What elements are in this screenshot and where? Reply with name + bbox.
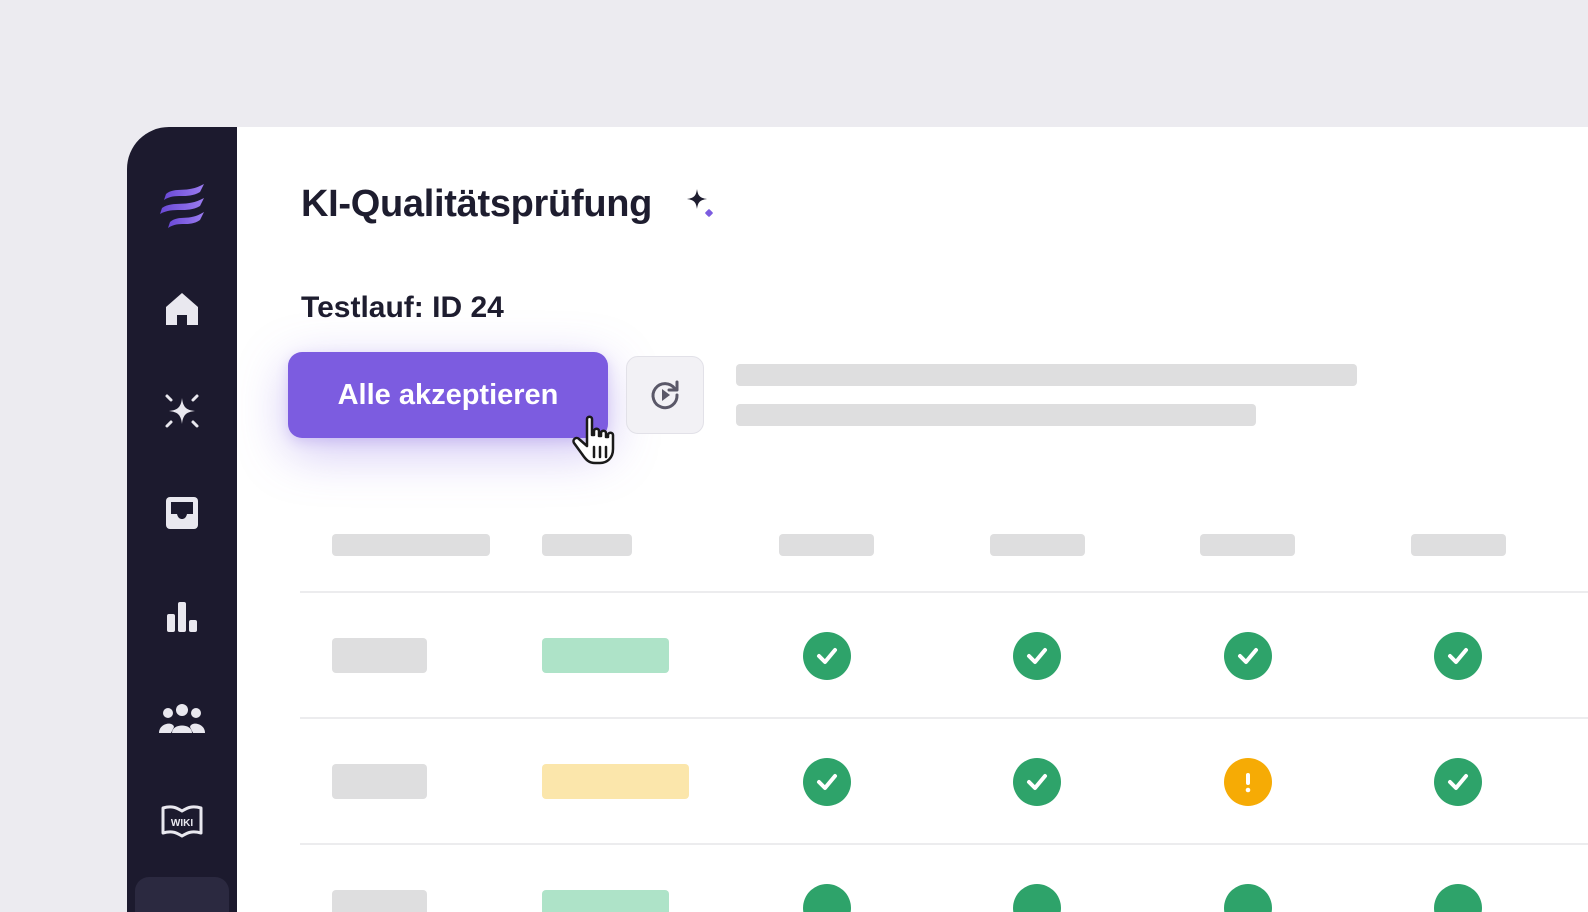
check-icon <box>1013 758 1061 806</box>
wiki-icon: WIKI <box>161 805 203 838</box>
app-window: WIKI KI-Qualitätsprüfung Testlauf: ID 24… <box>127 127 1588 912</box>
sidebar-item-analytics[interactable] <box>127 586 237 646</box>
team-icon <box>159 704 205 733</box>
logo-icon[interactable] <box>127 176 237 236</box>
sidebar-item-wiki[interactable]: WIKI <box>127 791 237 851</box>
check-icon <box>1224 884 1272 912</box>
check-icon <box>1224 632 1272 680</box>
sidebar-item-inbox[interactable] <box>127 483 237 543</box>
svg-text:WIKI: WIKI <box>171 818 193 829</box>
sidebar-bottom-item[interactable] <box>135 877 229 912</box>
loading-placeholder <box>736 364 1357 386</box>
check-icon <box>1434 884 1482 912</box>
column-header-placeholder <box>332 534 490 556</box>
row-divider <box>300 591 1588 593</box>
column-header-placeholder <box>1411 534 1506 556</box>
sidebar: WIKI <box>127 127 237 912</box>
bar-chart-icon <box>167 602 197 632</box>
warning-icon <box>1224 758 1272 806</box>
column-header-placeholder <box>779 534 874 556</box>
test-run-label: Testlauf: ID 24 <box>301 291 504 324</box>
check-icon <box>1434 758 1482 806</box>
column-header-placeholder <box>542 534 632 556</box>
main-content: KI-Qualitätsprüfung Testlauf: ID 24 Alle… <box>237 127 1588 912</box>
loading-placeholder <box>736 404 1256 426</box>
check-icon <box>1013 632 1061 680</box>
sparkle-icon <box>165 394 199 428</box>
check-icon <box>803 758 851 806</box>
check-icon <box>803 632 851 680</box>
refresh-button[interactable] <box>626 356 704 434</box>
accept-all-button[interactable]: Alle akzeptieren <box>288 352 608 438</box>
sidebar-item-ai[interactable] <box>127 381 237 441</box>
check-icon <box>803 884 851 912</box>
status-tag-yellow <box>542 764 689 799</box>
cell-placeholder <box>332 764 427 799</box>
refresh-icon <box>651 380 679 410</box>
ai-sparkle-icon <box>687 189 713 217</box>
status-tag-green <box>542 638 669 673</box>
check-icon <box>1434 632 1482 680</box>
check-icon <box>1013 884 1061 912</box>
inbox-icon <box>166 497 198 529</box>
cell-placeholder <box>332 890 427 912</box>
status-tag-green <box>542 890 669 912</box>
column-header-placeholder <box>1200 534 1295 556</box>
page-title: KI-Qualitätsprüfung <box>301 183 653 225</box>
cell-placeholder <box>332 638 427 673</box>
sidebar-item-team[interactable] <box>127 689 237 749</box>
home-icon <box>166 293 198 325</box>
hand-cursor-icon <box>572 415 615 465</box>
row-divider <box>300 843 1588 845</box>
row-divider <box>300 717 1588 719</box>
column-header-placeholder <box>990 534 1085 556</box>
sidebar-item-home[interactable] <box>127 279 237 339</box>
